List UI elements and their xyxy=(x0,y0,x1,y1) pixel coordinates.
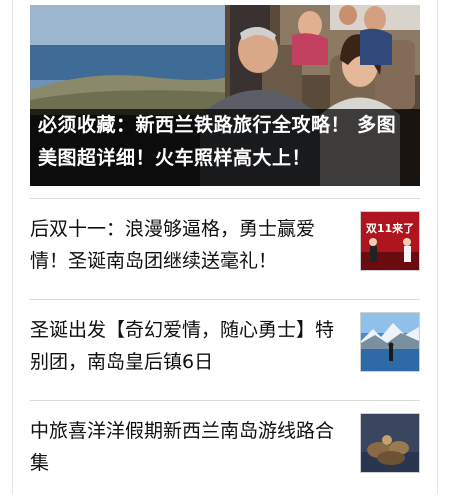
thumbnail-image xyxy=(361,313,419,371)
thumbnail-caption: 双11来了 xyxy=(366,221,414,235)
thumbnail-image: 双11来了 xyxy=(361,212,419,270)
featured-title[interactable]: 必须收藏：新西兰铁路旅行全攻略！ 多图美图超详细！火车照样高大上！ xyxy=(38,109,412,175)
article-feed: 必须收藏：新西兰铁路旅行全攻略！ 多图美图超详细！火车照样高大上！ 后双十一：浪… xyxy=(30,0,420,501)
left-border xyxy=(12,0,13,494)
list-item[interactable]: 圣诞出发【奇幻爱情，随心勇士】特别团，南岛皇后镇6日 xyxy=(30,300,420,400)
list-item[interactable]: 后双十一：浪漫够逼格，勇士赢爱情！圣诞南岛团继续送毫礼！ 双11来了 xyxy=(30,199,420,299)
article-title[interactable]: 中旅喜洋洋假期新西兰南岛游线路合集 xyxy=(30,415,350,479)
article-title[interactable]: 圣诞出发【奇幻爱情，随心勇士】特别团，南岛皇后镇6日 xyxy=(30,314,350,378)
article-thumbnail[interactable] xyxy=(360,312,420,372)
article-thumbnail[interactable]: 双11来了 xyxy=(360,211,420,271)
article-title[interactable]: 后双十一：浪漫够逼格，勇士赢爱情！圣诞南岛团继续送毫礼！ xyxy=(30,213,350,277)
featured-article[interactable]: 必须收藏：新西兰铁路旅行全攻略！ 多图美图超详细！火车照样高大上！ xyxy=(30,5,420,186)
article-thumbnail[interactable] xyxy=(360,413,420,473)
right-border xyxy=(437,0,438,494)
thumbnail-image xyxy=(361,414,419,472)
list-item[interactable]: 中旅喜洋洋假期新西兰南岛游线路合集 xyxy=(30,401,420,501)
